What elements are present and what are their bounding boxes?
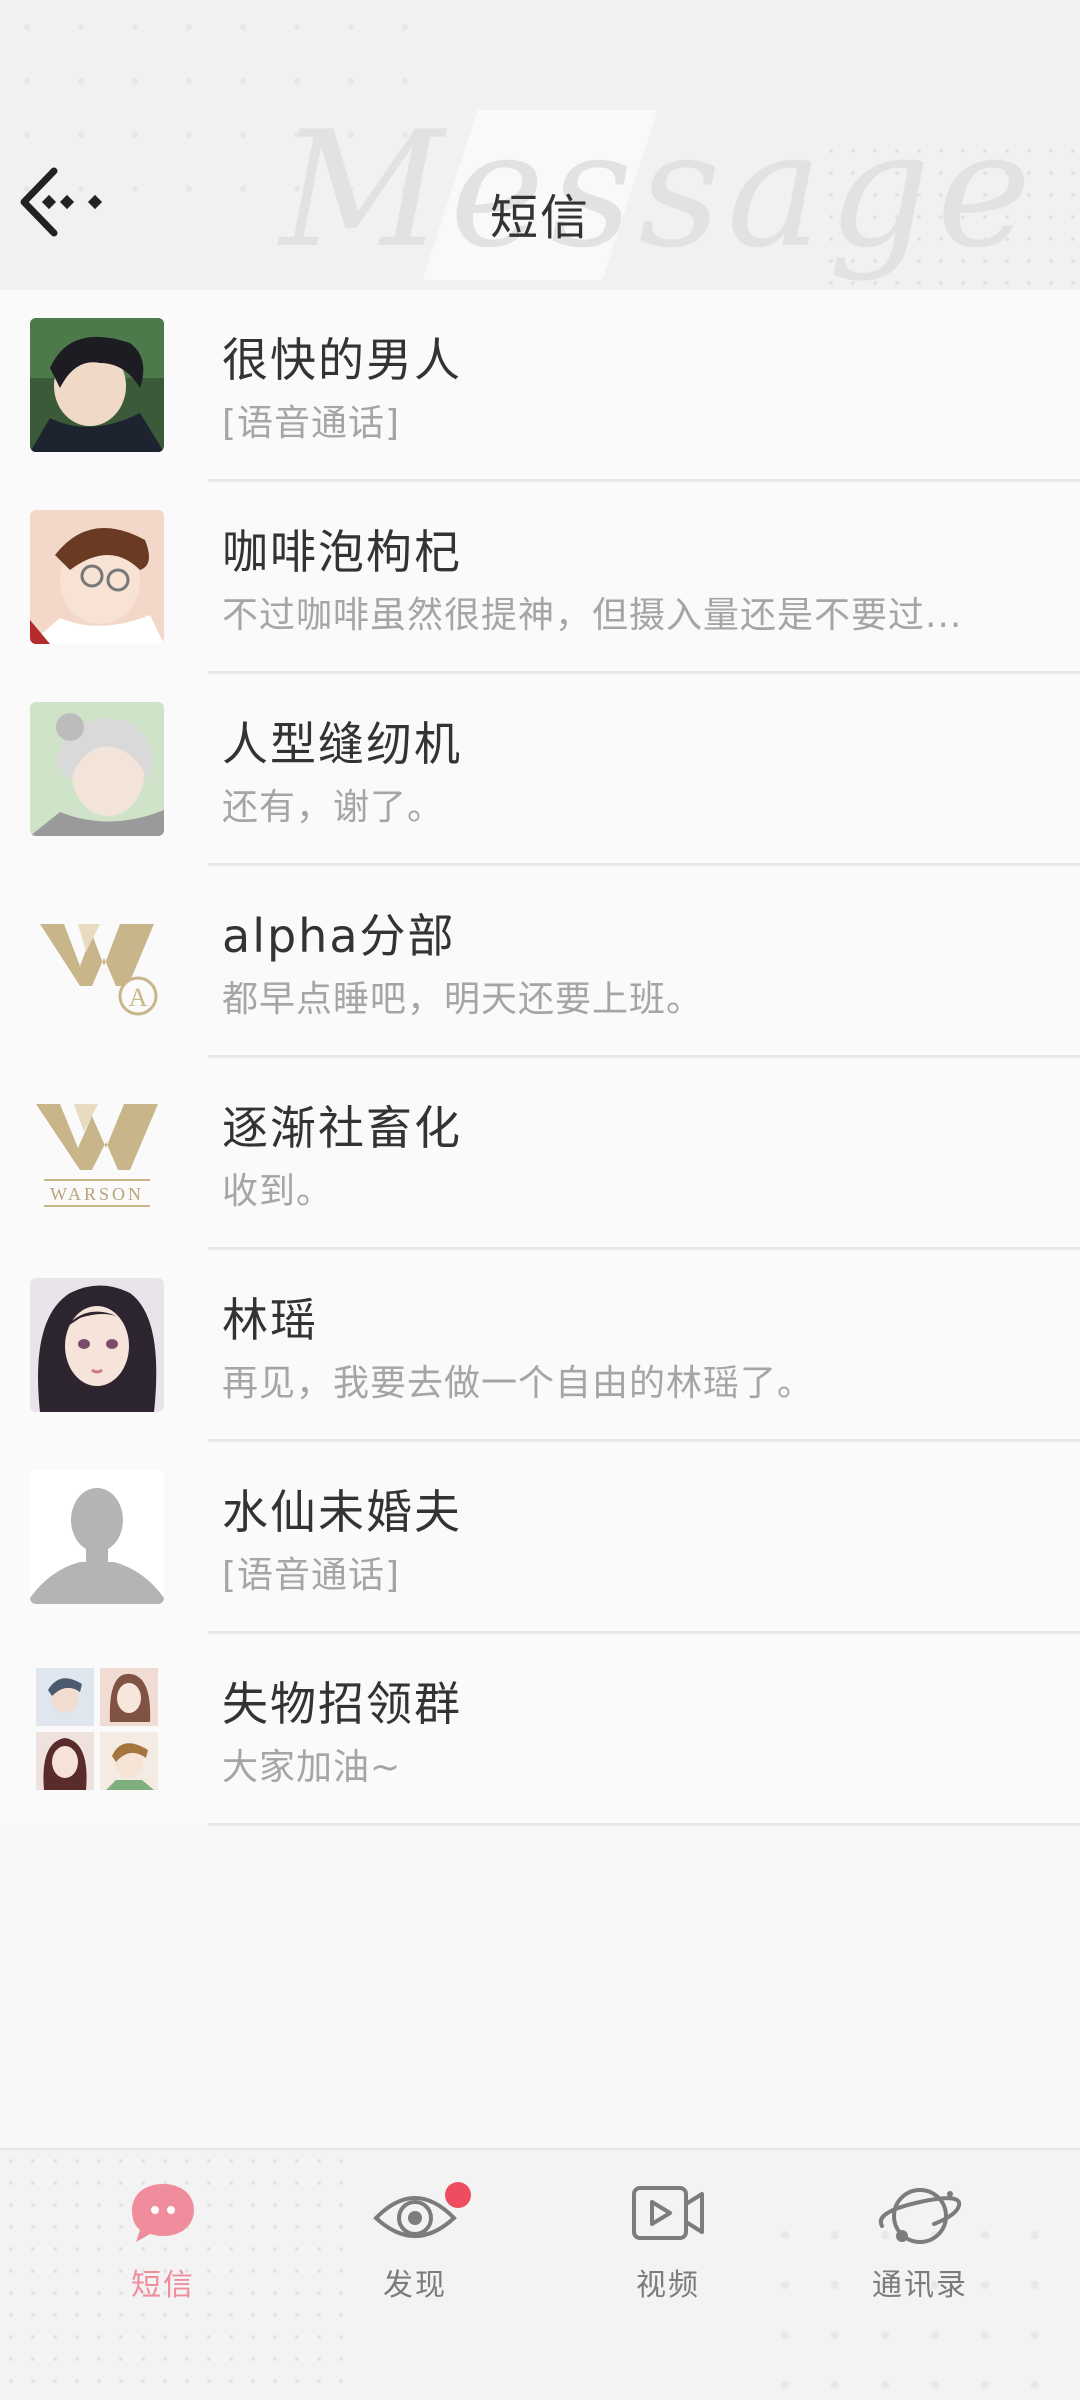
tab-label: 视频 — [636, 2268, 700, 2303]
conversation-row[interactable]: A alpha分部 都早点睡吧，明天还要上班。 — [0, 866, 1080, 1058]
conversation-name: 咖啡泡枸杞 — [222, 525, 462, 579]
tab-label: 通讯录 — [872, 2268, 968, 2303]
conversation-preview: 大家加油~ — [222, 1747, 402, 1788]
avatar — [30, 1278, 164, 1412]
conversation-row[interactable]: 人型缝纫机 还有，谢了。 — [0, 674, 1080, 866]
conversation-name: 逐渐社畜化 — [222, 1101, 462, 1155]
conversation-preview: 不过咖啡虽然很提神，但摄入量还是不要过... — [222, 595, 963, 636]
tab-discover[interactable]: 发现 — [325, 2180, 505, 2310]
video-icon — [630, 2180, 706, 2250]
planet-icon — [874, 2180, 966, 2254]
conversation-name: 人型缝纫机 — [222, 717, 462, 771]
conversation-row[interactable]: 很快的男人 [语音通话] — [0, 290, 1080, 482]
row-divider — [208, 1823, 1080, 1826]
conversation-row[interactable]: 林瑶 再见，我要去做一个自由的林瑶了。 — [0, 1250, 1080, 1442]
conversation-name: 很快的男人 — [222, 333, 462, 387]
page-title: 短信 — [489, 190, 590, 246]
notification-badge — [445, 2182, 471, 2208]
conversation-list: 很快的男人 [语音通话] 咖啡泡枸杞 不过咖啡虽然很提神，但摄入量还是不要过..… — [0, 290, 1080, 1826]
logo-brand-text: WARSON — [50, 1184, 144, 1204]
logo-letter: A — [129, 983, 148, 1012]
tab-contacts[interactable]: 通讯录 — [830, 2180, 1010, 2310]
group-avatar — [30, 1662, 164, 1796]
conversation-preview: [语音通话] — [222, 403, 401, 444]
conversation-name: 失物招领群 — [222, 1677, 462, 1731]
chat-bubble-icon — [128, 2180, 198, 2250]
conversation-row[interactable]: WARSON 逐渐社畜化 收到。 — [0, 1058, 1080, 1250]
conversation-row[interactable]: 咖啡泡枸杞 不过咖啡虽然很提神，但摄入量还是不要过... — [0, 482, 1080, 674]
conversation-name: alpha分部 — [222, 909, 456, 963]
logo-warson-icon: WARSON — [30, 1086, 164, 1220]
conversation-name: 林瑶 — [222, 1293, 318, 1347]
bottom-navigation: 短信 发现 视频 通讯录 — [0, 2148, 1080, 2400]
conversation-name: 水仙未婚夫 — [222, 1485, 462, 1539]
conversation-preview: 还有，谢了。 — [222, 787, 445, 828]
conversation-preview: 再见，我要去做一个自由的林瑶了。 — [222, 1363, 815, 1404]
default-avatar-icon — [30, 1470, 164, 1604]
tab-label: 短信 — [131, 2268, 195, 2303]
conversation-preview: [语音通话] — [222, 1555, 401, 1596]
conversation-preview: 收到。 — [222, 1171, 334, 1212]
header-bar: Message 短信 — [0, 0, 1080, 290]
tab-messages[interactable]: 短信 — [73, 2180, 253, 2310]
conversation-row[interactable]: 水仙未婚夫 [语音通话] — [0, 1442, 1080, 1634]
tab-video[interactable]: 视频 — [578, 2180, 758, 2310]
logo-w-a-icon: A — [30, 894, 164, 1028]
conversation-preview: 都早点睡吧，明天还要上班。 — [222, 979, 704, 1020]
conversation-row[interactable]: 失物招领群 大家加油~ — [0, 1634, 1080, 1826]
tab-label: 发现 — [383, 2268, 447, 2303]
avatar — [30, 702, 164, 836]
avatar — [30, 510, 164, 644]
avatar — [30, 318, 164, 452]
